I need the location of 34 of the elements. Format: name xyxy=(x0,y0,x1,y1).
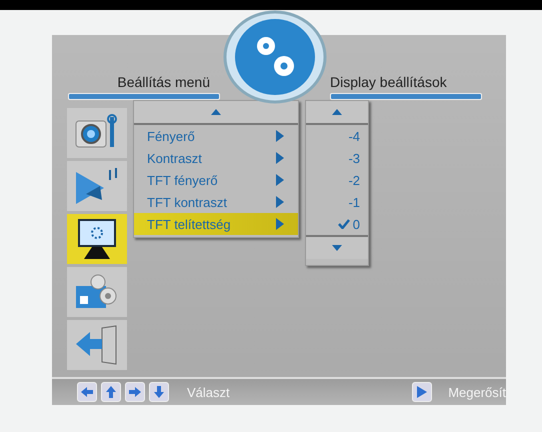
value-option[interactable]: -1 xyxy=(306,191,368,213)
value-option[interactable]: -4 xyxy=(306,125,368,147)
up-key[interactable] xyxy=(101,382,121,402)
confirm-hint: Megerősít xyxy=(448,384,506,400)
up-arrow-icon xyxy=(104,385,118,399)
menu-item[interactable]: Fényerő xyxy=(134,125,298,147)
scroll-up-icon[interactable] xyxy=(211,109,221,115)
left-arrow-icon xyxy=(80,385,94,399)
submenu-arrow-icon xyxy=(276,174,284,186)
scroll-down-icon[interactable] xyxy=(332,245,342,251)
down-arrow-icon xyxy=(152,385,166,399)
value-option[interactable]: -3 xyxy=(306,147,368,169)
menu-item[interactable]: TFT telítettség xyxy=(134,213,298,235)
confirm-key[interactable] xyxy=(412,382,432,402)
menu-item[interactable]: TFT kontraszt xyxy=(134,191,298,213)
menu-title: Beállítás menü xyxy=(117,74,211,90)
right-key[interactable] xyxy=(125,382,145,402)
value-option[interactable]: -2 xyxy=(306,169,368,191)
submenu-arrow-icon xyxy=(276,196,284,208)
sidebar-tab[interactable] xyxy=(67,214,127,264)
submenu-arrow-icon xyxy=(276,130,284,142)
scroll-up-icon[interactable] xyxy=(332,109,342,115)
value-option[interactable]: 0 xyxy=(306,213,368,235)
menu-item[interactable]: TFT fényerő xyxy=(134,169,298,191)
play-icon xyxy=(417,386,428,398)
section-title: Display beállítások xyxy=(330,74,448,90)
submenu-arrow-icon xyxy=(276,152,284,164)
right-arrow-icon xyxy=(128,385,142,399)
check-icon xyxy=(338,219,350,229)
menu-item[interactable]: Kontraszt xyxy=(134,147,298,169)
select-hint: Választ xyxy=(187,384,230,400)
down-key[interactable] xyxy=(149,382,169,402)
left-key[interactable] xyxy=(77,382,97,402)
submenu-arrow-icon xyxy=(276,218,284,230)
